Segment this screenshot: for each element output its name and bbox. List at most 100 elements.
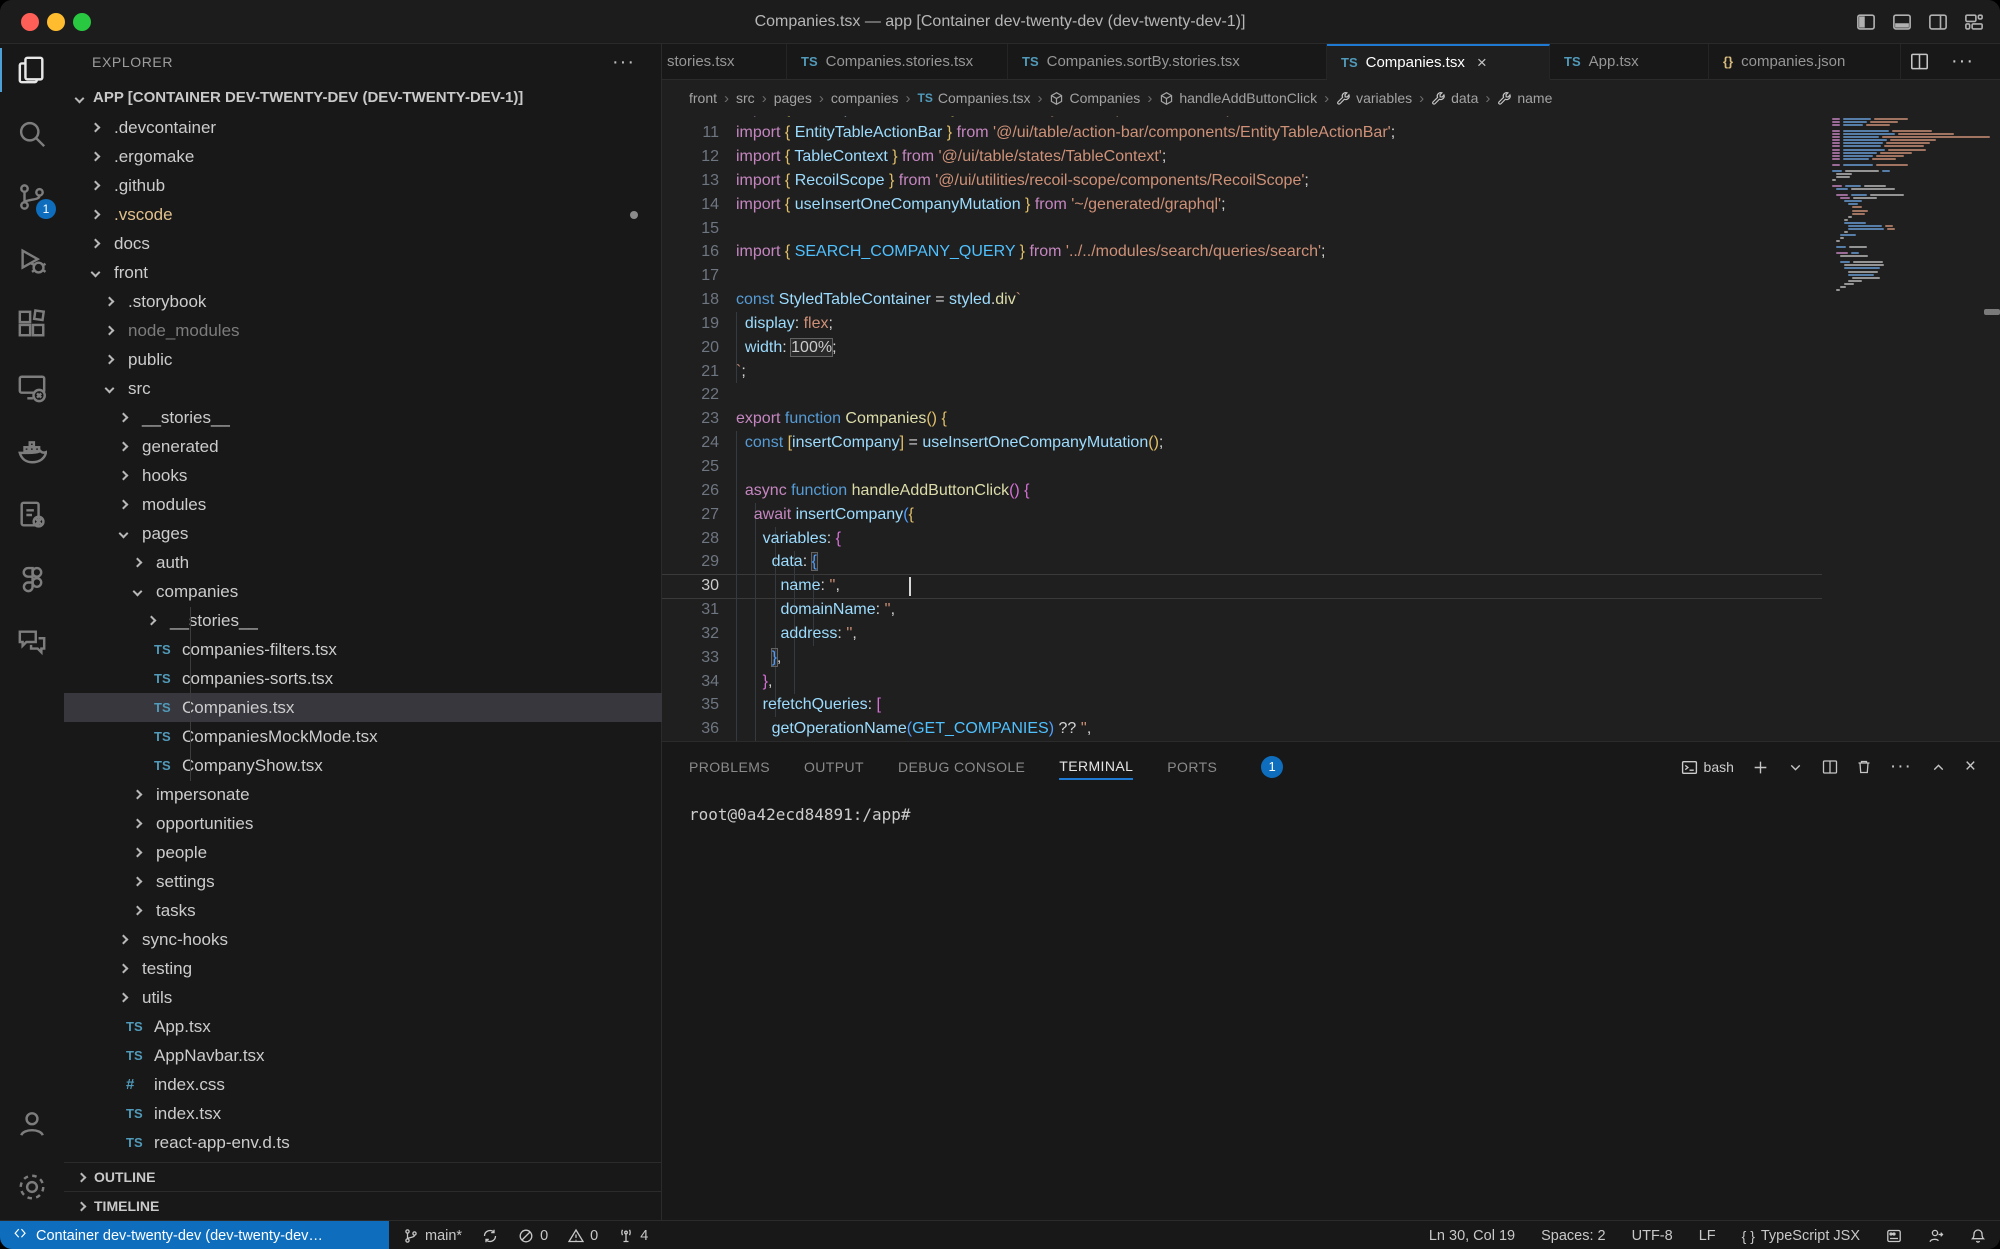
activity-container-config-icon[interactable]	[0, 487, 64, 543]
tab-Companies.tsx[interactable]: TSCompanies.tsx×	[1327, 44, 1550, 80]
tree-item-pages[interactable]: pages	[64, 519, 662, 548]
close-tab-icon[interactable]: ×	[1477, 53, 1487, 73]
tree-item-.vscode[interactable]: .vscode	[64, 200, 662, 229]
activity-run-debug-icon[interactable]	[0, 233, 64, 289]
more-actions-icon[interactable]: ···	[1951, 50, 1974, 73]
tree-item-index.tsx[interactable]: TSindex.tsx	[64, 1099, 662, 1128]
tree-item-.devcontainer[interactable]: .devcontainer	[64, 113, 662, 142]
tree-item-public[interactable]: public	[64, 345, 662, 374]
tree-item-node_modules[interactable]: node_modules	[64, 316, 662, 345]
shell-selector[interactable]: bash	[1681, 759, 1734, 776]
tab-stories.tsx[interactable]: stories.tsx	[662, 44, 787, 80]
breadcrumb-item-variables[interactable]: variables	[1336, 90, 1412, 106]
status-item-ln-30-col-19[interactable]: Ln 30, Col 19	[1429, 1228, 1515, 1244]
activity-source-control-icon[interactable]: 1	[0, 169, 64, 225]
minimap[interactable]	[1828, 116, 2000, 436]
close-panel-icon[interactable]: ×	[1965, 756, 1976, 778]
activity-files-icon[interactable]	[0, 42, 64, 98]
tree-item-companies-sorts.tsx[interactable]: TScompanies-sorts.tsx	[64, 664, 662, 693]
panel-tab-terminal[interactable]: TERMINAL	[1059, 754, 1133, 780]
sidebar-section-outline[interactable]: OUTLINE	[64, 1162, 661, 1191]
tree-item-utils[interactable]: utils	[64, 983, 662, 1012]
tree-item-Companies.tsx[interactable]: TSCompanies.tsx	[64, 693, 662, 722]
tab-companies.json[interactable]: {}companies.json	[1709, 44, 1901, 80]
activity-extensions-icon[interactable]	[0, 296, 64, 352]
activity-figma-icon[interactable]	[0, 550, 64, 606]
terminal-prompt[interactable]: root@0a42ecd84891:/app#	[689, 805, 911, 824]
status-item[interactable]	[1928, 1228, 1944, 1244]
panel-tab-debug-console[interactable]: DEBUG CONSOLE	[898, 755, 1025, 779]
activity-docker-icon[interactable]	[0, 423, 64, 479]
toggle-panel-bottom-icon[interactable]	[1892, 12, 1912, 32]
tree-item-docs[interactable]: docs	[64, 229, 662, 258]
scrollbar-thumb[interactable]	[1984, 309, 2000, 315]
status-item[interactable]	[1970, 1228, 1986, 1244]
tree-item-impersonate[interactable]: impersonate	[64, 780, 662, 809]
sidebar-section-timeline[interactable]: TIMELINE	[64, 1191, 661, 1220]
customize-layout-icon[interactable]	[1964, 12, 1984, 32]
more-actions-icon[interactable]: ···	[1890, 756, 1912, 778]
tree-item-companies-filters.tsx[interactable]: TScompanies-filters.tsx	[64, 635, 662, 664]
tab-Companies.sortBy.stories.tsx[interactable]: TSCompanies.sortBy.stories.tsx	[1008, 44, 1327, 80]
tree-item-front[interactable]: front	[64, 258, 662, 287]
status-item-utf-8[interactable]: UTF-8	[1632, 1228, 1673, 1244]
tree-item-hooks[interactable]: hooks	[64, 461, 662, 490]
tree-item-auth[interactable]: auth	[64, 548, 662, 577]
tab-Companies.stories.tsx[interactable]: TSCompanies.stories.tsx	[787, 44, 1008, 80]
tree-item-App.tsx[interactable]: TSApp.tsx	[64, 1012, 662, 1041]
status-item-0[interactable]: 0	[568, 1228, 598, 1244]
activity-settings-gear-icon[interactable]	[0, 1159, 64, 1215]
code-editor[interactable]: 10import { WithTopBarContainer } from '@…	[662, 116, 2000, 741]
tree-item-src[interactable]: src	[64, 374, 662, 403]
toggle-sidebar-left-icon[interactable]	[1856, 12, 1876, 32]
tree-item-.ergomake[interactable]: .ergomake	[64, 142, 662, 171]
tree-item-generated[interactable]: generated	[64, 432, 662, 461]
tree-item-sync-hooks[interactable]: sync-hooks	[64, 925, 662, 954]
activity-comments-icon[interactable]	[0, 614, 64, 670]
tree-item-CompaniesMockMode.tsx[interactable]: TSCompaniesMockMode.tsx	[64, 722, 662, 751]
panel-tab-problems[interactable]: PROBLEMS	[689, 755, 770, 779]
status-item[interactable]	[1886, 1228, 1902, 1244]
tree-item-.storybook[interactable]: .storybook	[64, 287, 662, 316]
breadcrumb-item-front[interactable]: front	[689, 90, 717, 106]
status-item-0[interactable]: 0	[518, 1228, 548, 1244]
activity-remote-explorer-icon[interactable]	[0, 360, 64, 416]
tree-item-tasks[interactable]: tasks	[64, 896, 662, 925]
remote-indicator[interactable]: Container dev-twenty-dev (dev-twenty-dev…	[0, 1221, 389, 1249]
status-item-lf[interactable]: LF	[1699, 1228, 1716, 1244]
tree-item-modules[interactable]: modules	[64, 490, 662, 519]
chevron-down-icon[interactable]	[1787, 759, 1804, 776]
status-item[interactable]	[482, 1228, 498, 1244]
kill-terminal-icon[interactable]	[1856, 759, 1872, 775]
tree-item-index.css[interactable]: #index.css	[64, 1070, 662, 1099]
breadcrumb-item-name[interactable]: name	[1497, 90, 1552, 106]
tree-item-companies[interactable]: companies	[64, 577, 662, 606]
new-terminal-icon[interactable]	[1752, 759, 1769, 776]
tree-item-settings[interactable]: settings	[64, 867, 662, 896]
activity-search-icon[interactable]	[0, 106, 64, 162]
breadcrumb-item-handleAddButtonClick[interactable]: handleAddButtonClick	[1159, 90, 1317, 106]
breadcrumb-item-Companies.tsx[interactable]: TSCompanies.tsx	[918, 90, 1031, 106]
status-item-typescript-jsx[interactable]: { }TypeScript JSX	[1742, 1228, 1860, 1244]
breadcrumb[interactable]: front›src›pages›companies›TSCompanies.ts…	[662, 80, 2000, 116]
tree-item-__stories__[interactable]: __stories__	[64, 403, 662, 432]
breadcrumb-item-companies[interactable]: companies	[831, 90, 899, 106]
breadcrumb-item-src[interactable]: src	[736, 90, 755, 106]
tree-item-.github[interactable]: .github	[64, 171, 662, 200]
workspace-section-header[interactable]: APP [CONTAINER DEV-TWENTY-DEV (DEV-TWENT…	[64, 80, 661, 116]
breadcrumb-item-data[interactable]: data	[1431, 90, 1478, 106]
breadcrumb-item-Companies[interactable]: Companies	[1049, 90, 1140, 106]
tree-item-__stories__[interactable]: __stories__	[64, 606, 662, 635]
maximize-panel-icon[interactable]	[1930, 759, 1947, 776]
tree-item-CompanyShow.tsx[interactable]: TSCompanyShow.tsx	[64, 751, 662, 780]
status-item-spaces-2[interactable]: Spaces: 2	[1541, 1228, 1606, 1244]
explorer-more-actions-button[interactable]: ···	[612, 44, 635, 80]
panel-tab-output[interactable]: OUTPUT	[804, 755, 864, 779]
tree-item-people[interactable]: people	[64, 838, 662, 867]
activity-account-icon[interactable]	[0, 1096, 64, 1152]
toggle-sidebar-right-icon[interactable]	[1928, 12, 1948, 32]
panel-tab-ports[interactable]: PORTS	[1167, 755, 1217, 779]
status-item-4[interactable]: 4	[618, 1228, 648, 1244]
tab-App.tsx[interactable]: TSApp.tsx	[1550, 44, 1709, 80]
split-editor-icon[interactable]	[1910, 52, 1929, 71]
